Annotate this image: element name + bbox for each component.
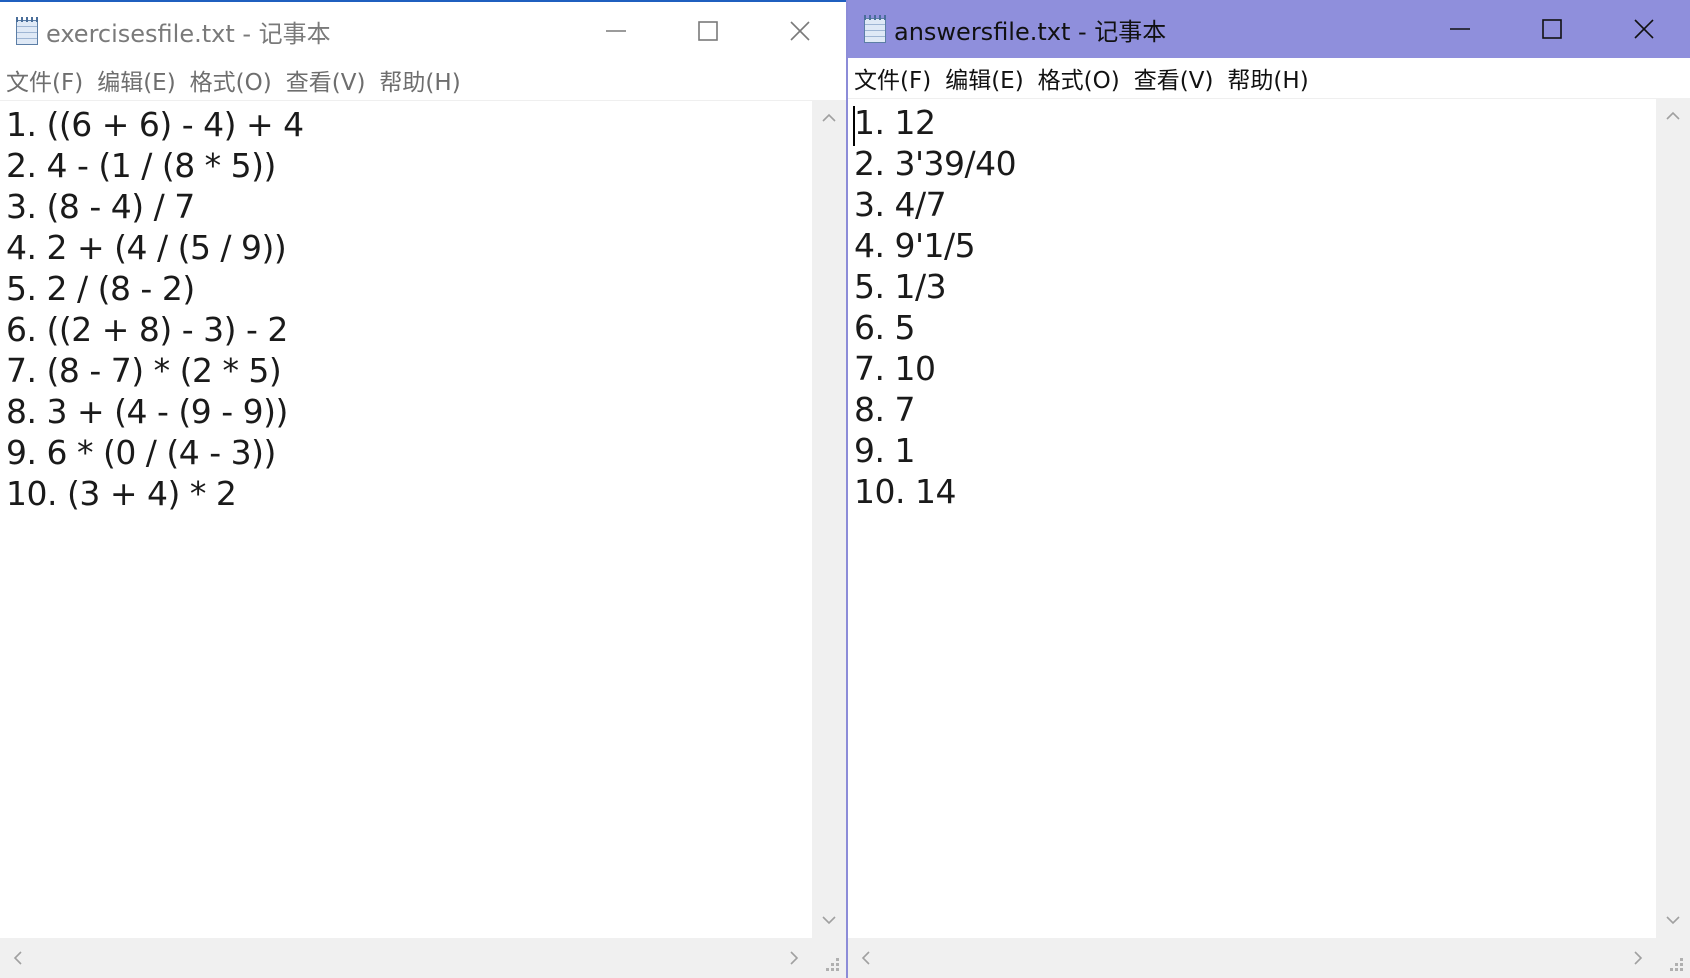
text-line: 8. 3 + (4 - (9 - 9)) [6,392,288,431]
text-line: 5. 1/3 [854,267,947,306]
close-icon [1634,19,1654,39]
close-button[interactable] [754,2,846,60]
horizontal-scrollbar[interactable] [848,938,1656,978]
menu-file[interactable]: 文件(F) [6,63,83,97]
text-editor-area[interactable]: 1. ((6 + 6) - 4) + 4 2. 4 - (1 / (8 * 5)… [0,100,812,938]
title-bar[interactable]: exercisesfile.txt - 记事本 [0,2,846,60]
scroll-up-arrow-icon[interactable] [812,100,846,134]
menu-bar: 文件(F) 编辑(E) 格式(O) 查看(V) 帮助(H) [0,60,846,101]
window-title: exercisesfile.txt - 记事本 [46,19,331,48]
scroll-left-arrow-icon[interactable] [848,938,882,978]
menu-help[interactable]: 帮助(H) [1227,61,1308,95]
vertical-scrollbar[interactable] [812,100,846,938]
text-editor-area[interactable]: 1. 12 2. 3'39/40 3. 4/7 4. 9'1/5 5. 1/3 … [848,98,1656,938]
menu-edit[interactable]: 编辑(E) [945,61,1023,95]
scroll-down-arrow-icon[interactable] [812,904,846,938]
notepad-icon[interactable] [862,14,888,44]
text-line: 4. 2 + (4 / (5 / 9)) [6,228,287,267]
text-line: 3. (8 - 4) / 7 [6,187,195,226]
text-line: 1. ((6 + 6) - 4) + 4 [6,105,304,144]
close-button[interactable] [1598,0,1690,58]
notepad-icon[interactable] [14,16,40,46]
text-line: 2. 4 - (1 / (8 * 5)) [6,146,276,185]
text-line: 3. 4/7 [854,185,947,224]
notepad-window-exercises[interactable]: exercisesfile.txt - 记事本 文件(F) 编辑(E) 格式(O… [0,0,846,978]
scroll-down-arrow-icon[interactable] [1656,904,1690,938]
text-caret [853,106,855,146]
text-line: 10. 14 [854,472,956,511]
text-line: 1. 12 [854,103,936,142]
scroll-up-arrow-icon[interactable] [1656,98,1690,132]
menu-view[interactable]: 查看(V) [1134,61,1214,95]
text-line: 2. 3'39/40 [854,144,1017,183]
scroll-right-arrow-icon[interactable] [1622,938,1656,978]
text-line: 10. (3 + 4) * 2 [6,474,237,513]
close-icon [790,21,810,41]
text-line: 7. 10 [854,349,936,388]
menu-format[interactable]: 格式(O) [1038,61,1120,95]
menu-format[interactable]: 格式(O) [190,63,272,97]
minimize-button[interactable] [1414,0,1506,58]
maximize-button[interactable] [1506,0,1598,58]
text-line: 9. 1 [854,431,915,470]
text-line: 5. 2 / (8 - 2) [6,269,195,308]
text-line: 8. 7 [854,390,915,429]
vertical-scrollbar[interactable] [1656,98,1690,938]
notepad-window-answers[interactable]: answersfile.txt - 记事本 文件(F) 编辑(E) 格式(O) … [846,0,1690,978]
text-line: 9. 6 * (0 / (4 - 3)) [6,433,276,472]
menu-file[interactable]: 文件(F) [854,61,931,95]
maximize-button[interactable] [662,2,754,60]
scroll-right-arrow-icon[interactable] [778,938,812,978]
maximize-icon [698,21,718,41]
title-bar[interactable]: answersfile.txt - 记事本 [848,0,1690,58]
menu-edit[interactable]: 编辑(E) [97,63,175,97]
window-title: answersfile.txt - 记事本 [894,17,1167,46]
maximize-icon [1542,19,1562,39]
scroll-left-arrow-icon[interactable] [0,938,34,978]
menu-help[interactable]: 帮助(H) [379,63,460,97]
minimize-button[interactable] [570,2,662,60]
text-line: 6. ((2 + 8) - 3) - 2 [6,310,288,349]
resize-grip-icon[interactable] [1656,938,1690,978]
minimize-icon [1450,28,1470,30]
text-line: 6. 5 [854,308,915,347]
horizontal-scrollbar[interactable] [0,938,812,978]
resize-grip-icon[interactable] [812,938,846,978]
minimize-icon [606,30,626,32]
text-line: 4. 9'1/5 [854,226,976,265]
text-line: 7. (8 - 7) * (2 * 5) [6,351,282,390]
menu-view[interactable]: 查看(V) [286,63,366,97]
menu-bar: 文件(F) 编辑(E) 格式(O) 查看(V) 帮助(H) [848,58,1690,99]
